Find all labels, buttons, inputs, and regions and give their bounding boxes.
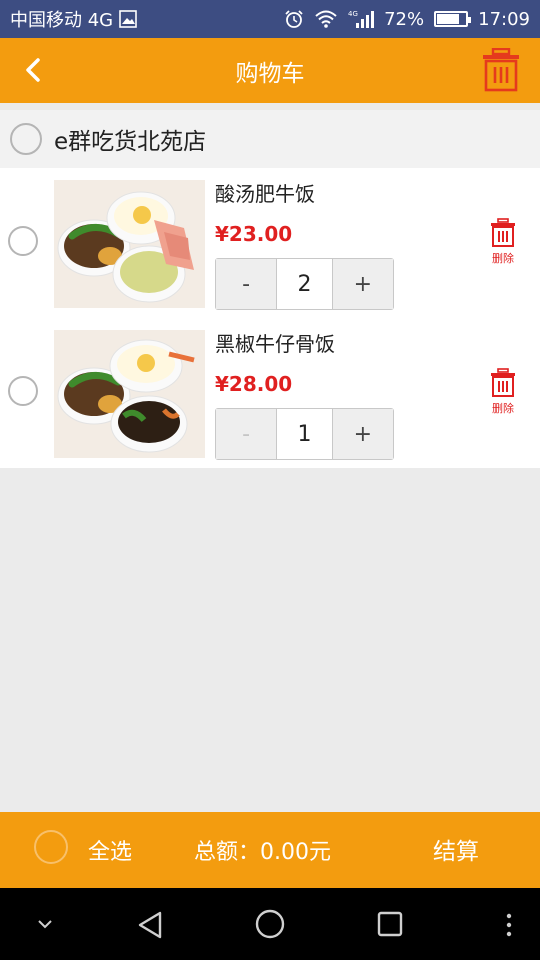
cart-items-list: 酸汤肥牛饭 ¥23.00 - 2 + 删除 黑椒牛仔骨饭 ¥28.00 - 1 … (0, 168, 540, 468)
decrease-button[interactable]: - (216, 409, 277, 459)
battery-fill (437, 14, 459, 24)
delete-label: 删除 (492, 402, 514, 415)
store-row: e群吃货北苑店 (0, 110, 540, 168)
store-name: e群吃货北苑店 (54, 129, 207, 155)
increase-button[interactable]: + (332, 259, 393, 309)
total-amount: 总额：0.00元 (194, 840, 331, 865)
battery-icon (434, 11, 472, 27)
item-select-radio[interactable] (8, 376, 38, 406)
recents-square-icon[interactable] (376, 910, 404, 938)
svg-text:4G: 4G (348, 10, 358, 18)
trash-icon (491, 218, 515, 247)
checkout-bar: 全选 总额：0.00元 结算 (0, 812, 540, 888)
quantity-stepper: - 1 + (215, 408, 394, 460)
checkout-button[interactable]: 结算 (433, 832, 479, 866)
item-price: ¥28.00 (215, 372, 293, 396)
chevron-down-icon[interactable] (34, 914, 56, 934)
system-nav-bar (0, 888, 540, 960)
signal-icon: 4G (348, 10, 375, 28)
delete-item-button[interactable]: 删除 (486, 218, 520, 270)
item-name: 黑椒牛仔骨饭 (215, 332, 335, 356)
decrease-button[interactable]: - (216, 259, 277, 309)
item-name: 酸汤肥牛饭 (215, 182, 315, 206)
header: 购物车 (0, 38, 540, 103)
status-bar: 中国移动 4G 4G 72% 17:09 (0, 0, 540, 38)
more-menu-icon[interactable] (502, 912, 516, 938)
battery-percent: 72% (384, 8, 425, 30)
store-select-radio[interactable] (10, 123, 42, 155)
quantity-value[interactable]: 1 (276, 409, 333, 459)
trash-icon (483, 47, 519, 92)
item-image (54, 180, 205, 308)
trash-icon (491, 368, 515, 397)
item-price: ¥23.00 (215, 222, 293, 246)
select-all-radio[interactable] (34, 830, 68, 864)
page-title: 购物车 (235, 60, 305, 87)
item-image (54, 330, 205, 458)
cart-item: 黑椒牛仔骨饭 ¥28.00 - 1 + 删除 (0, 318, 540, 468)
back-triangle-icon[interactable] (136, 910, 166, 940)
quantity-stepper: - 2 + (215, 258, 394, 310)
item-select-radio[interactable] (8, 226, 38, 256)
quantity-value[interactable]: 2 (276, 259, 333, 309)
wifi-icon (315, 10, 337, 28)
delete-label: 删除 (492, 252, 514, 265)
increase-button[interactable]: + (332, 409, 393, 459)
select-all-label[interactable]: 全选 (88, 834, 132, 866)
alarm-icon (285, 10, 303, 28)
clear-cart-button[interactable] (482, 47, 520, 92)
image-icon (119, 10, 137, 28)
cart-item: 酸汤肥牛饭 ¥23.00 - 2 + 删除 (0, 168, 540, 318)
home-circle-icon[interactable] (254, 908, 286, 940)
delete-item-button[interactable]: 删除 (486, 368, 520, 420)
carrier-label: 中国移动 4G (10, 10, 114, 31)
clock: 17:09 (478, 8, 530, 30)
